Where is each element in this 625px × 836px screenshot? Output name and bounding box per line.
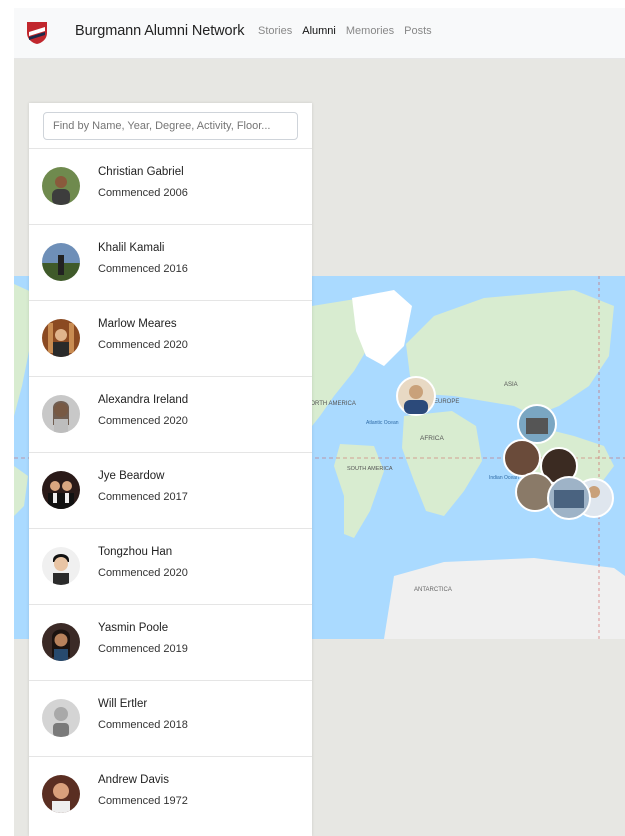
alumni-name: Marlow Meares (98, 318, 177, 330)
land-antarctica (384, 558, 625, 639)
search-input[interactable] (43, 112, 298, 140)
avatar (42, 623, 80, 661)
alumni-commenced: Commenced 1972 (98, 795, 188, 807)
nav-link-memories[interactable]: Memories (346, 25, 394, 37)
brand-name[interactable]: Burgmann Alumni Network (75, 23, 244, 39)
nav-link-stories[interactable]: Stories (258, 25, 292, 37)
alumni-name: Tongzhou Han (98, 546, 173, 558)
map-marker-avatar[interactable] (517, 404, 557, 444)
alumni-commenced: Commenced 2016 (98, 263, 188, 275)
label-africa: AFRICA (420, 435, 445, 442)
alumni-sidebar: Christian Gabriel Commenced 2006 Khalil … (29, 103, 312, 836)
alumni-list-item[interactable]: Andrew Davis Commenced 1972 (29, 756, 312, 832)
alumni-list-item[interactable]: Yasmin Poole Commenced 2019 (29, 604, 312, 680)
map-marker-avatar[interactable] (503, 439, 541, 477)
crest-logo-icon[interactable] (26, 21, 48, 45)
label-antarctica: ANTARCTICA (414, 587, 452, 593)
top-navbar: Burgmann Alumni Network Stories Alumni M… (14, 8, 625, 59)
alumni-list-item[interactable]: Khalil Kamali Commenced 2016 (29, 224, 312, 300)
avatar (42, 319, 80, 357)
label-europe: EUROPE (434, 399, 459, 405)
alumni-name: Jye Beardow (98, 470, 165, 482)
nav-link-posts[interactable]: Posts (404, 25, 432, 37)
avatar (42, 243, 80, 281)
avatar (42, 699, 80, 737)
alumni-name: Alexandra Ireland (98, 394, 189, 406)
avatar (42, 775, 80, 813)
label-asia: ASIA (504, 382, 518, 388)
map-marker-avatar[interactable] (396, 376, 436, 416)
alumni-commenced: Commenced 2018 (98, 719, 188, 731)
map-marker-avatar[interactable] (547, 476, 591, 520)
alumni-list-item[interactable]: Christian Gabriel Commenced 2006 (29, 148, 312, 224)
alumni-list: Christian Gabriel Commenced 2006 Khalil … (29, 148, 312, 832)
alumni-name: Yasmin Poole (98, 622, 169, 634)
nav-link-alumni[interactable]: Alumni (302, 25, 336, 37)
label-indian: Indian Ocean (489, 475, 519, 481)
alumni-list-item[interactable]: Will Ertler Commenced 2018 (29, 680, 312, 756)
alumni-list-item[interactable]: Marlow Meares Commenced 2020 (29, 300, 312, 376)
nav-links: Stories Alumni Memories Posts (258, 25, 442, 37)
alumni-commenced: Commenced 2019 (98, 643, 188, 655)
alumni-name: Andrew Davis (98, 774, 169, 786)
avatar (42, 547, 80, 585)
alumni-name: Christian Gabriel (98, 166, 184, 178)
label-south-america: SOUTH AMERICA (347, 466, 393, 472)
alumni-commenced: Commenced 2017 (98, 491, 188, 503)
alumni-name: Will Ertler (98, 698, 148, 710)
alumni-commenced: Commenced 2006 (98, 187, 188, 199)
alumni-commenced: Commenced 2020 (98, 415, 188, 427)
alumni-list-item[interactable]: Alexandra Ireland Commenced 2020 (29, 376, 312, 452)
avatar (42, 167, 80, 205)
alumni-name: Khalil Kamali (98, 242, 165, 254)
alumni-list-item[interactable]: Jye Beardow Commenced 2017 (29, 452, 312, 528)
label-north-america: NORTH AMERICA (306, 401, 356, 407)
alumni-list-item[interactable]: Tongzhou Han Commenced 2020 (29, 528, 312, 604)
label-atlantic: Atlantic Ocean (366, 420, 399, 426)
alumni-commenced: Commenced 2020 (98, 339, 188, 351)
avatar (42, 395, 80, 433)
avatar (42, 471, 80, 509)
alumni-commenced: Commenced 2020 (98, 567, 188, 579)
